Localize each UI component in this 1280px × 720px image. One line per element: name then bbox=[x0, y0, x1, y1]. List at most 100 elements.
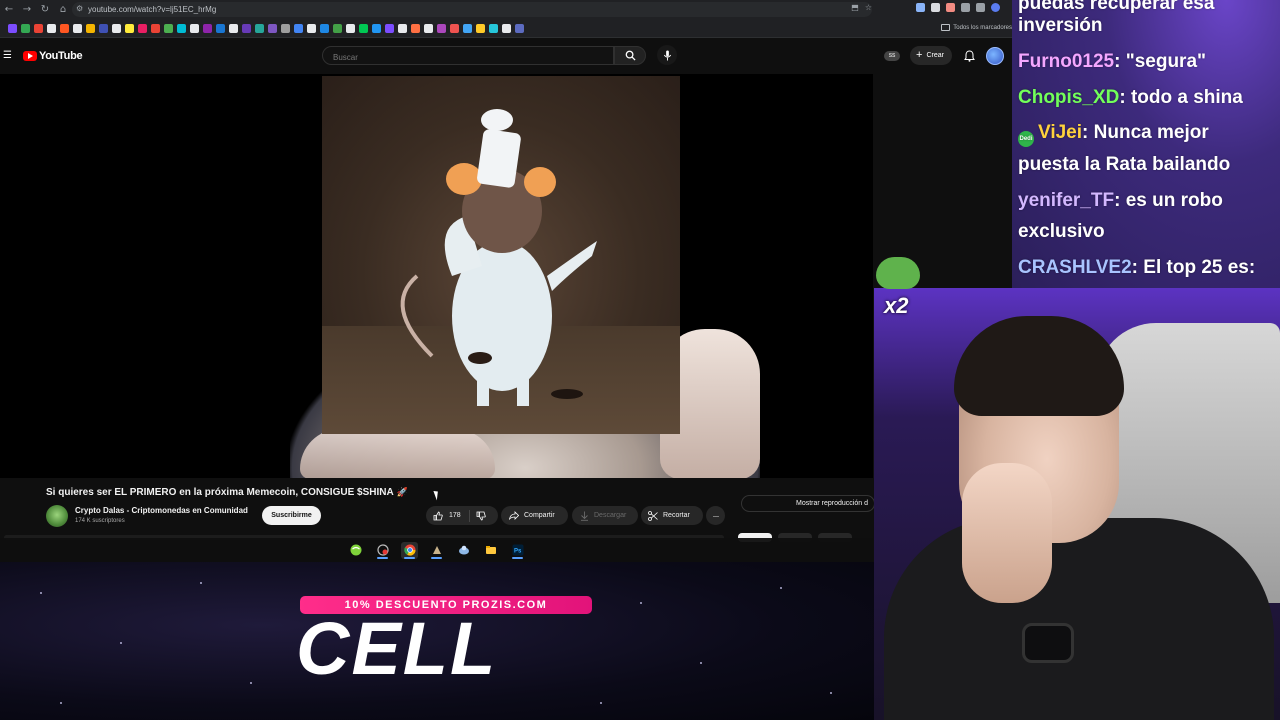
bookmark-icon[interactable] bbox=[138, 23, 147, 33]
bookmark-icon[interactable] bbox=[346, 23, 355, 33]
create-button[interactable]: + Crear bbox=[910, 46, 952, 65]
bookmark-icon[interactable] bbox=[372, 23, 381, 33]
bookmark-icon[interactable] bbox=[450, 23, 459, 33]
bookmark-icon[interactable] bbox=[8, 23, 17, 33]
subscribe-button[interactable]: Suscribirme bbox=[262, 506, 321, 525]
extension-icon[interactable] bbox=[946, 3, 955, 12]
bookmark-icon[interactable] bbox=[333, 23, 342, 33]
taskbar-app-icon[interactable] bbox=[374, 542, 391, 559]
chat-message: Dedi ViJei: Nunca mejor bbox=[1018, 117, 1209, 149]
youtube-wordmark[interactable]: YouTube bbox=[39, 50, 83, 62]
bookmark-icon[interactable] bbox=[307, 23, 316, 33]
smartwatch bbox=[1022, 623, 1074, 663]
chat-message: Furno0125: "segura" bbox=[1018, 51, 1207, 72]
search-box[interactable] bbox=[322, 46, 614, 66]
notifications-button[interactable] bbox=[962, 49, 976, 63]
back-icon[interactable]: ← bbox=[0, 0, 18, 19]
bookmark-icon[interactable] bbox=[99, 23, 108, 33]
extension-icon[interactable] bbox=[916, 3, 925, 12]
bookmark-icon[interactable] bbox=[21, 23, 30, 33]
profile-icon[interactable] bbox=[991, 3, 1000, 12]
home-icon[interactable]: ⌂ bbox=[54, 0, 72, 19]
bookmark-icon[interactable] bbox=[398, 23, 407, 33]
show-chat-replay-button[interactable]: Mostrar reproducción d bbox=[741, 495, 875, 512]
like-dislike-group: 178 bbox=[426, 506, 498, 525]
channel-name[interactable]: Crypto Dalas - Criptomonedas en Comunida… bbox=[75, 506, 248, 515]
video-player[interactable] bbox=[0, 74, 873, 478]
bookmark-icon[interactable] bbox=[60, 23, 69, 33]
search-input[interactable] bbox=[323, 49, 613, 66]
like-count[interactable]: 178 bbox=[449, 512, 461, 519]
bookmark-icon[interactable] bbox=[242, 23, 251, 33]
account-switcher-badge[interactable]: SS bbox=[884, 50, 901, 61]
bookmark-icon[interactable] bbox=[281, 23, 290, 33]
bookmark-icon[interactable] bbox=[190, 23, 199, 33]
youtube-logo-icon[interactable] bbox=[23, 51, 37, 61]
search-button[interactable] bbox=[614, 46, 646, 65]
bookmark-icon[interactable] bbox=[112, 23, 121, 33]
stream-screen: ← → ↻ ⌂ ⚙ youtube.com/watch?v=lj51EC_hrM… bbox=[0, 0, 1280, 720]
bookmark-icon[interactable] bbox=[476, 23, 485, 33]
rocket-emoji: 🚀 bbox=[396, 488, 408, 498]
channel-avatar[interactable] bbox=[46, 505, 68, 527]
bookmark-icon[interactable] bbox=[359, 23, 368, 33]
menu-icon[interactable]: ☰ bbox=[3, 50, 12, 61]
bookmark-icon[interactable] bbox=[385, 23, 394, 33]
bookmark-star-icon[interactable]: ☆ bbox=[865, 3, 872, 12]
bookmark-icon[interactable] bbox=[151, 23, 160, 33]
all-bookmarks-folder[interactable]: Todos los marcadores bbox=[941, 24, 1012, 31]
bookmark-icon[interactable] bbox=[437, 23, 446, 33]
bookmark-icon[interactable] bbox=[515, 23, 524, 33]
extension-icon[interactable] bbox=[931, 3, 940, 12]
streamer-body bbox=[884, 518, 1274, 720]
dancing-rat-gif bbox=[322, 76, 680, 434]
bookmark-icon[interactable] bbox=[294, 23, 303, 33]
address-bar[interactable]: ⚙ youtube.com/watch?v=lj51EC_hrMg bbox=[72, 2, 872, 17]
bookmark-icon[interactable] bbox=[463, 23, 472, 33]
bookmark-icon[interactable] bbox=[73, 23, 82, 33]
reload-icon[interactable]: ↻ bbox=[36, 0, 54, 19]
thumbs-down-icon[interactable] bbox=[476, 511, 486, 521]
file-explorer-icon[interactable] bbox=[482, 542, 499, 559]
bookmark-icon[interactable] bbox=[47, 23, 56, 33]
puzzle-icon[interactable] bbox=[961, 3, 970, 12]
bookmark-icon[interactable] bbox=[216, 23, 225, 33]
more-actions-button[interactable]: ··· bbox=[706, 506, 725, 525]
video-title: Si quieres ser EL PRIMERO en la próxima … bbox=[46, 487, 408, 498]
bookmark-icon[interactable] bbox=[164, 23, 173, 33]
presenter-hand-left bbox=[300, 429, 495, 478]
bookmark-icon[interactable] bbox=[489, 23, 498, 33]
bookmark-icon[interactable] bbox=[268, 23, 277, 33]
site-info-icon[interactable]: ⚙ bbox=[76, 4, 83, 13]
thumbs-up-icon[interactable] bbox=[433, 511, 443, 521]
install-icon[interactable]: ⬒ bbox=[851, 3, 859, 12]
download-button[interactable]: Descargar bbox=[572, 506, 638, 525]
taskbar-app-icon[interactable] bbox=[455, 542, 472, 559]
clip-button[interactable]: Recortar bbox=[641, 506, 703, 525]
bookmark-icon[interactable] bbox=[177, 23, 186, 33]
photoshop-icon[interactable]: Ps bbox=[509, 542, 526, 559]
bookmark-icon[interactable] bbox=[229, 23, 238, 33]
taskbar-app-icon[interactable] bbox=[347, 542, 364, 559]
plus-icon: + bbox=[916, 49, 923, 61]
bookmark-icon[interactable] bbox=[411, 23, 420, 33]
bookmark-icon[interactable] bbox=[424, 23, 433, 33]
bookmark-icon[interactable] bbox=[34, 23, 43, 33]
share-button[interactable]: Compartir bbox=[501, 506, 568, 525]
youtube-header: ☰ YouTube SS + Crear bbox=[0, 38, 1012, 74]
account-avatar[interactable] bbox=[986, 46, 1004, 65]
voice-search-button[interactable] bbox=[657, 45, 677, 65]
chrome-taskbar-icon[interactable] bbox=[401, 541, 418, 559]
bookmark-icon[interactable] bbox=[255, 23, 264, 33]
bookmark-icon[interactable] bbox=[125, 23, 134, 33]
download-icon bbox=[581, 511, 588, 521]
chat-username: Chopis_XD bbox=[1018, 87, 1120, 108]
taskbar-app-icon[interactable] bbox=[428, 542, 445, 559]
chat-badge-icon: Dedi bbox=[1018, 131, 1034, 147]
download-icon[interactable] bbox=[976, 3, 985, 12]
bookmark-icon[interactable] bbox=[203, 23, 212, 33]
bookmark-icon[interactable] bbox=[86, 23, 95, 33]
bookmark-icon[interactable] bbox=[320, 23, 329, 33]
forward-icon[interactable]: → bbox=[18, 0, 36, 19]
bookmark-icon[interactable] bbox=[502, 23, 511, 33]
